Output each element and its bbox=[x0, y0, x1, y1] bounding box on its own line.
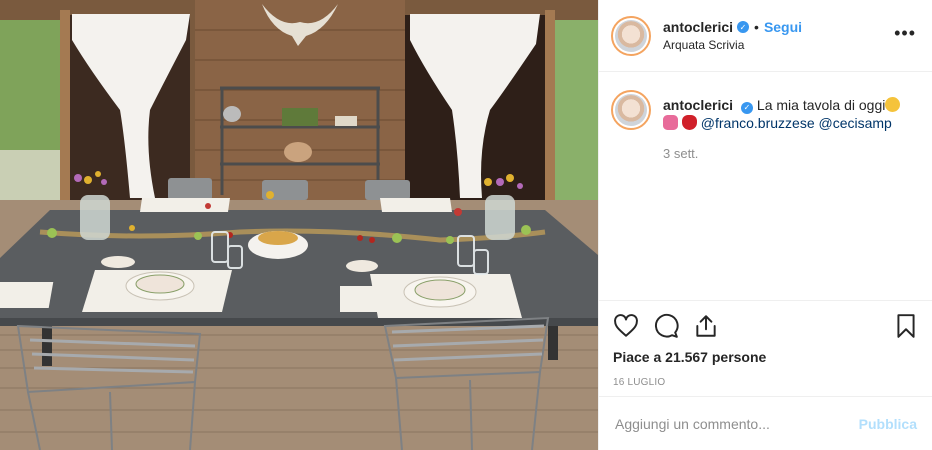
comment-form: Pubblica bbox=[599, 396, 932, 450]
publish-button[interactable]: Pubblica bbox=[859, 416, 917, 432]
mention-link[interactable]: @franco.bruzzese bbox=[701, 115, 815, 131]
post-photo[interactable] bbox=[0, 0, 598, 450]
smiling-face-emoji-icon bbox=[885, 97, 901, 112]
mention-link[interactable]: @cecisamp bbox=[819, 115, 892, 131]
separator-dot: • bbox=[754, 19, 759, 35]
follow-button[interactable]: Segui bbox=[764, 19, 802, 35]
dining-table-photo bbox=[0, 0, 598, 450]
hibiscus-emoji-icon bbox=[663, 115, 678, 130]
comment-input[interactable] bbox=[615, 415, 859, 432]
caption-username-link[interactable]: antoclerici bbox=[663, 97, 733, 113]
heart-icon[interactable] bbox=[613, 313, 639, 339]
post-date[interactable]: 16 LUGLIO bbox=[613, 377, 919, 388]
avatar[interactable] bbox=[611, 15, 651, 56]
bookmark-icon[interactable] bbox=[893, 313, 919, 339]
caption-verified-badge-icon: ✓ bbox=[741, 102, 754, 114]
red-heart-emoji-icon bbox=[681, 115, 697, 130]
more-options-icon[interactable]: ••• bbox=[894, 24, 916, 42]
post-header: antoclerici ✓ • Segui Arquata Scrivia ••… bbox=[599, 0, 932, 72]
likes-count[interactable]: Piace a 21.567 persone bbox=[613, 349, 919, 365]
share-icon[interactable] bbox=[693, 313, 719, 339]
verified-badge-icon: ✓ bbox=[737, 21, 750, 33]
location-link[interactable]: Arquata Scrivia bbox=[663, 38, 802, 52]
caption-avatar[interactable] bbox=[611, 90, 651, 130]
comment-icon[interactable] bbox=[653, 313, 679, 339]
action-bar: Piace a 21.567 persone 16 LUGLIO bbox=[599, 300, 932, 388]
caption-time-ago[interactable]: 3 sett. bbox=[663, 146, 932, 161]
username-link[interactable]: antoclerici bbox=[663, 19, 733, 35]
caption-text: La mia tavola di oggi bbox=[756, 97, 886, 113]
post-panel: antoclerici ✓ • Segui Arquata Scrivia ••… bbox=[598, 0, 932, 450]
caption: antoclerici ✓ La mia tavola di oggi @fran… bbox=[599, 72, 932, 132]
